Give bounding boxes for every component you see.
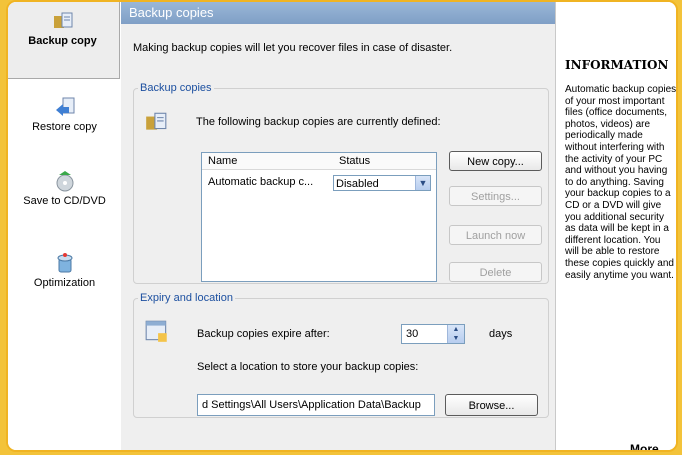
backup-copy-icon bbox=[146, 112, 167, 130]
expire-label: Backup copies expire after: bbox=[197, 328, 330, 340]
launch-now-button[interactable]: Launch now bbox=[449, 225, 542, 245]
sidebar-item-label: Optimization bbox=[33, 277, 96, 289]
app-window: Backup copy Restore copy Save to CD/DVD … bbox=[6, 0, 678, 452]
backup-copy-icon bbox=[53, 12, 72, 28]
sidebar-item-label: Save to CD/DVD bbox=[23, 195, 106, 207]
list-header: Name Status bbox=[202, 153, 436, 170]
restore-copy-icon bbox=[55, 97, 74, 116]
page-title: Backup copies bbox=[121, 2, 555, 24]
expire-days-value[interactable]: 30 bbox=[406, 328, 418, 340]
expiry-location-legend: Expiry and location bbox=[140, 292, 233, 304]
backup-copies-list[interactable]: Name Status Automatic backup c... Disabl… bbox=[201, 152, 437, 282]
location-path-input[interactable]: d Settings\All Users\Application Data\Ba… bbox=[197, 394, 435, 416]
sidebar-item-restore-copy[interactable]: Restore copy bbox=[8, 96, 121, 133]
location-label: Select a location to store your backup c… bbox=[197, 361, 419, 373]
save-cd-icon bbox=[56, 171, 73, 192]
more-link[interactable]: More... bbox=[630, 442, 669, 450]
backup-list-description: The following backup copies are currentl… bbox=[196, 116, 441, 128]
backup-copies-group: Backup copies The following backup copie… bbox=[133, 82, 549, 284]
backup-copies-legend: Backup copies bbox=[140, 82, 212, 94]
optimization-icon bbox=[57, 253, 72, 273]
backup-name-cell: Automatic backup c... bbox=[208, 176, 314, 188]
information-panel: INFORMATION Automatic backup copies of y… bbox=[555, 2, 677, 450]
column-header-status[interactable]: Status bbox=[339, 155, 370, 167]
settings-button[interactable]: Settings... bbox=[449, 186, 542, 206]
chevron-down-icon[interactable]: ▼ bbox=[415, 176, 430, 190]
sidebar-item-optimization[interactable]: Optimization bbox=[8, 252, 121, 289]
status-value: Disabled bbox=[336, 178, 379, 190]
sidebar-item-save-cd[interactable]: Save to CD/DVD bbox=[8, 170, 121, 207]
expire-unit: days bbox=[489, 328, 513, 340]
sidebar-item-backup-copy[interactable]: Backup copy bbox=[8, 2, 120, 79]
browse-button[interactable]: Browse... bbox=[445, 394, 538, 416]
intro-text: Making backup copies will let you recove… bbox=[133, 42, 453, 54]
delete-button[interactable]: Delete bbox=[449, 262, 542, 282]
new-copy-button[interactable]: New copy... bbox=[449, 151, 542, 171]
information-text: Automatic backup copies of your most imp… bbox=[565, 84, 677, 281]
stepper-arrows-icon[interactable]: ▲ ▼ bbox=[447, 325, 464, 343]
information-heading: INFORMATION bbox=[565, 58, 669, 72]
sidebar: Backup copy Restore copy Save to CD/DVD … bbox=[8, 2, 122, 450]
calendar-icon bbox=[145, 320, 167, 342]
sidebar-item-label: Backup copy bbox=[28, 35, 97, 47]
table-row[interactable]: Automatic backup c... bbox=[208, 176, 313, 188]
expire-days-stepper[interactable]: 30 ▲ ▼ bbox=[401, 324, 465, 344]
main-panel: Backup copies Making backup copies will … bbox=[121, 2, 555, 450]
status-select[interactable]: Disabled ▼ bbox=[333, 175, 431, 191]
sidebar-item-label: Restore copy bbox=[32, 121, 97, 133]
column-header-name[interactable]: Name bbox=[208, 155, 237, 167]
expiry-location-group: Expiry and location Backup copies expire… bbox=[133, 292, 549, 418]
